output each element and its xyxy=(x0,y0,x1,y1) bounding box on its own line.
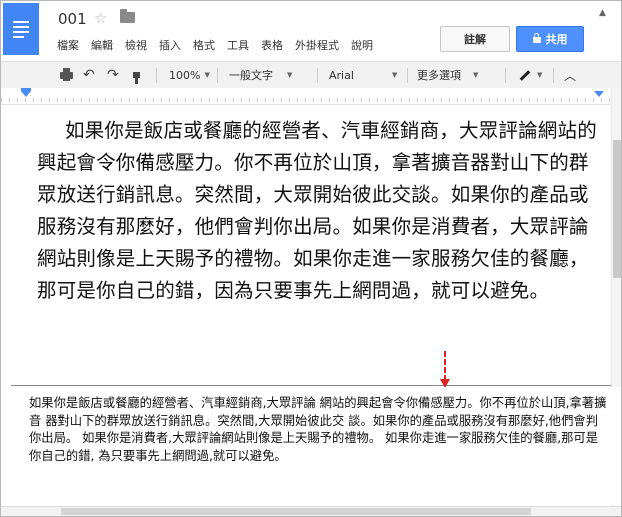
print-button[interactable] xyxy=(60,62,73,88)
print-icon xyxy=(60,67,73,81)
toolbar: ↶ ↷ 100% ▼ 一般文字 ▼ Arial ▼ 更多選項 ▼ ▼ ︿ xyxy=(1,61,621,89)
annotation-arrow-icon xyxy=(444,351,446,381)
paint-format-button[interactable] xyxy=(133,62,140,88)
font-select[interactable]: Arial ▼ xyxy=(329,62,397,88)
more-options-label: 更多選項 xyxy=(417,69,461,82)
ocr-result-text: 如果你是飯店或餐廳的經營者、汽車經銷商,大眾評論 網站的興起會令你備感壓力。你不… xyxy=(29,396,607,463)
redo-icon: ↷ xyxy=(107,67,119,83)
share-button[interactable]: 共用 xyxy=(516,26,584,52)
horizontal-scrollbar[interactable] xyxy=(1,506,621,516)
zoom-value: 100% xyxy=(169,68,201,82)
paint-format-icon xyxy=(133,72,140,84)
style-select[interactable]: 一般文字 ▼ xyxy=(229,62,292,88)
redo-button[interactable]: ↷ xyxy=(107,62,119,88)
more-options-button[interactable]: 更多選項 ▼ xyxy=(417,62,478,88)
menu-view[interactable]: 檢視 xyxy=(125,37,147,53)
menu-tools[interactable]: 工具 xyxy=(227,37,249,53)
menu-edit[interactable]: 編輯 xyxy=(91,37,113,53)
horizontal-scrollbar-thumb[interactable] xyxy=(61,508,531,515)
menu-insert[interactable]: 插入 xyxy=(159,37,181,53)
chevron-down-icon: ▼ xyxy=(473,71,479,79)
menu-help[interactable]: 說明 xyxy=(351,37,373,53)
star-icon[interactable]: ☆ xyxy=(94,9,107,27)
zoom-select[interactable]: 100% ▼ xyxy=(169,62,210,88)
ocr-result-panel: 如果你是飯店或餐廳的經營者、汽車經銷商,大眾評論 網站的興起會令你備感壓力。你不… xyxy=(1,387,621,505)
app-window: 001 ☆ ▲ 檔案 編輯 檢視 插入 格式 工具 表格 外掛程式 說明 註解 … xyxy=(0,0,622,517)
document-body-text[interactable]: 如果你是飯店或餐廳的經營者、汽車經銷商，大眾評論網站的興起會令你備感壓力。你不再… xyxy=(37,115,599,307)
undo-button[interactable]: ↶ xyxy=(83,62,95,88)
chevron-down-icon: ▼ xyxy=(287,71,293,79)
menu-format[interactable]: 格式 xyxy=(193,37,215,53)
undo-icon: ↶ xyxy=(83,67,95,83)
right-indent-marker[interactable] xyxy=(594,91,604,97)
document-title[interactable]: 001 xyxy=(58,10,87,28)
menu-table[interactable]: 表格 xyxy=(261,37,283,53)
style-value: 一般文字 xyxy=(229,69,273,82)
chevron-up-icon: ︿ xyxy=(564,68,577,83)
share-button-label: 共用 xyxy=(545,33,568,46)
menu-addons[interactable]: 外掛程式 xyxy=(295,37,339,53)
left-indent-marker[interactable] xyxy=(21,91,31,97)
chevron-down-icon: ▼ xyxy=(204,71,210,79)
chevron-down-icon: ▼ xyxy=(537,71,543,79)
menu-file[interactable]: 檔案 xyxy=(57,37,79,53)
header: 001 ☆ ▲ 檔案 編輯 檢視 插入 格式 工具 表格 外掛程式 說明 註解 … xyxy=(1,1,621,61)
pen-button[interactable]: ▼ xyxy=(519,62,542,88)
comments-button[interactable]: 註解 xyxy=(440,26,510,52)
scrollbar-thumb[interactable] xyxy=(613,140,621,278)
collapse-arrow-icon[interactable]: ▲ xyxy=(599,8,606,18)
chevron-down-icon: ▼ xyxy=(391,71,398,79)
menu-bar: 檔案 編輯 檢視 插入 格式 工具 表格 外掛程式 說明 xyxy=(57,37,385,53)
docs-logo-icon[interactable] xyxy=(3,3,39,55)
panel-divider xyxy=(11,385,611,386)
folder-icon[interactable] xyxy=(120,9,135,23)
ruler[interactable] xyxy=(1,88,611,105)
font-value: Arial xyxy=(329,68,354,82)
lock-icon xyxy=(532,33,541,43)
pen-icon xyxy=(519,69,531,81)
collapse-toolbar-button[interactable]: ︿ xyxy=(564,62,576,88)
